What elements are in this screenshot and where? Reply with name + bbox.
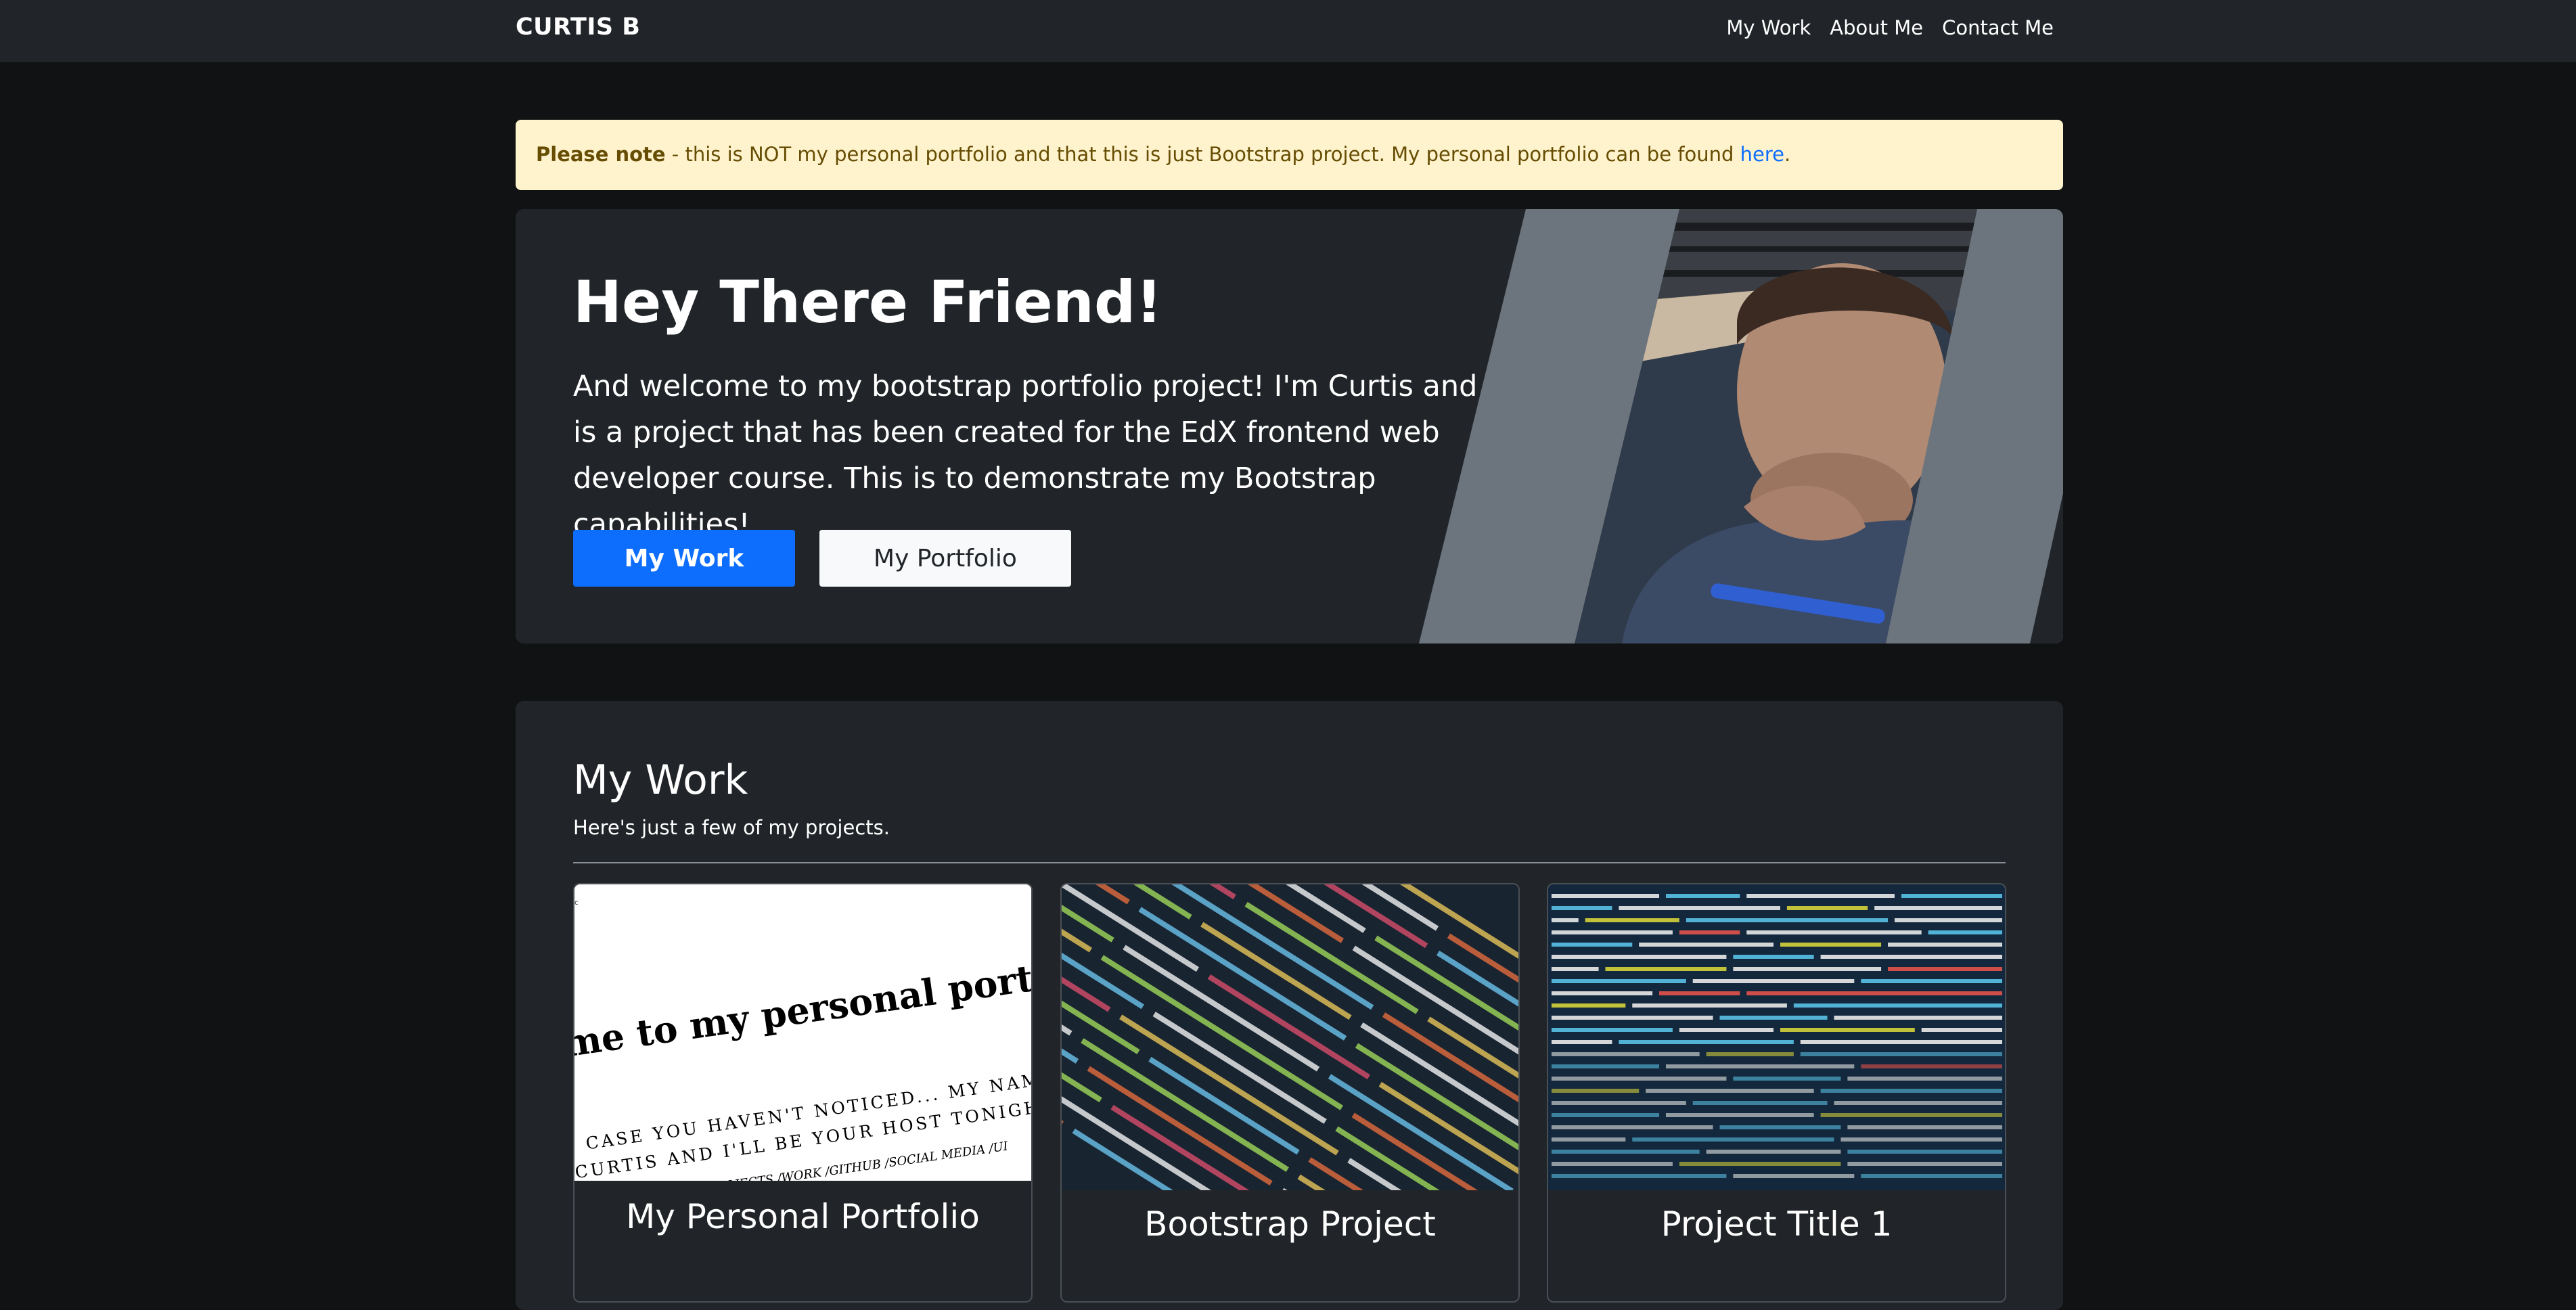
nav-link-contact-me[interactable]: Contact Me bbox=[1942, 16, 2054, 39]
profile-photo bbox=[1419, 209, 2063, 643]
notice-alert: Please note - this is NOT my personal po… bbox=[516, 120, 2063, 190]
card-title: Bootstrap Project bbox=[1144, 1204, 1436, 1244]
card-image-portfolio: c Welcome to my personal portfolio... IN… bbox=[574, 884, 1031, 1181]
svg-text:c: c bbox=[574, 899, 578, 907]
my-work-button[interactable]: My Work bbox=[573, 530, 795, 587]
portfolio-link[interactable]: here bbox=[1740, 143, 1784, 166]
card-title: Project Title 1 bbox=[1660, 1204, 1893, 1244]
project-card[interactable]: c Welcome to my personal portfolio... IN… bbox=[573, 883, 1033, 1303]
nav-link-about-me[interactable]: About Me bbox=[1830, 16, 1923, 39]
divider bbox=[573, 862, 2006, 863]
alert-text: - this is NOT my personal portfolio and … bbox=[665, 143, 1740, 166]
card-image-code-screen bbox=[1548, 884, 2005, 1190]
hero-title: Hey There Friend! bbox=[573, 269, 1162, 336]
my-work-section: My Work Here's just a few of my projects… bbox=[516, 701, 2063, 1310]
section-subtitle: Here's just a few of my projects. bbox=[573, 816, 890, 839]
alert-bold-label: Please note bbox=[536, 143, 666, 166]
nav-links: My Work About Me Contact Me bbox=[1726, 16, 2054, 39]
hero-lead-text: And welcome to my bootstrap portfolio pr… bbox=[573, 369, 1540, 541]
brand-logo[interactable]: CURTIS B bbox=[516, 14, 640, 41]
card-image-code-diagonal bbox=[1062, 884, 1518, 1190]
nav-link-my-work[interactable]: My Work bbox=[1726, 16, 1811, 39]
hero-jumbotron: Hey There Friend! And welcome to my boot… bbox=[516, 209, 2063, 643]
alert-period: . bbox=[1784, 143, 1791, 166]
card-title: My Personal Portfolio bbox=[626, 1197, 980, 1236]
project-card[interactable]: Bootstrap Project bbox=[1060, 883, 1520, 1303]
section-title: My Work bbox=[573, 756, 748, 804]
project-card[interactable]: Project Title 1 bbox=[1547, 883, 2006, 1303]
my-portfolio-button[interactable]: My Portfolio bbox=[819, 530, 1071, 587]
navbar: CURTIS B My Work About Me Contact Me bbox=[0, 0, 2576, 62]
